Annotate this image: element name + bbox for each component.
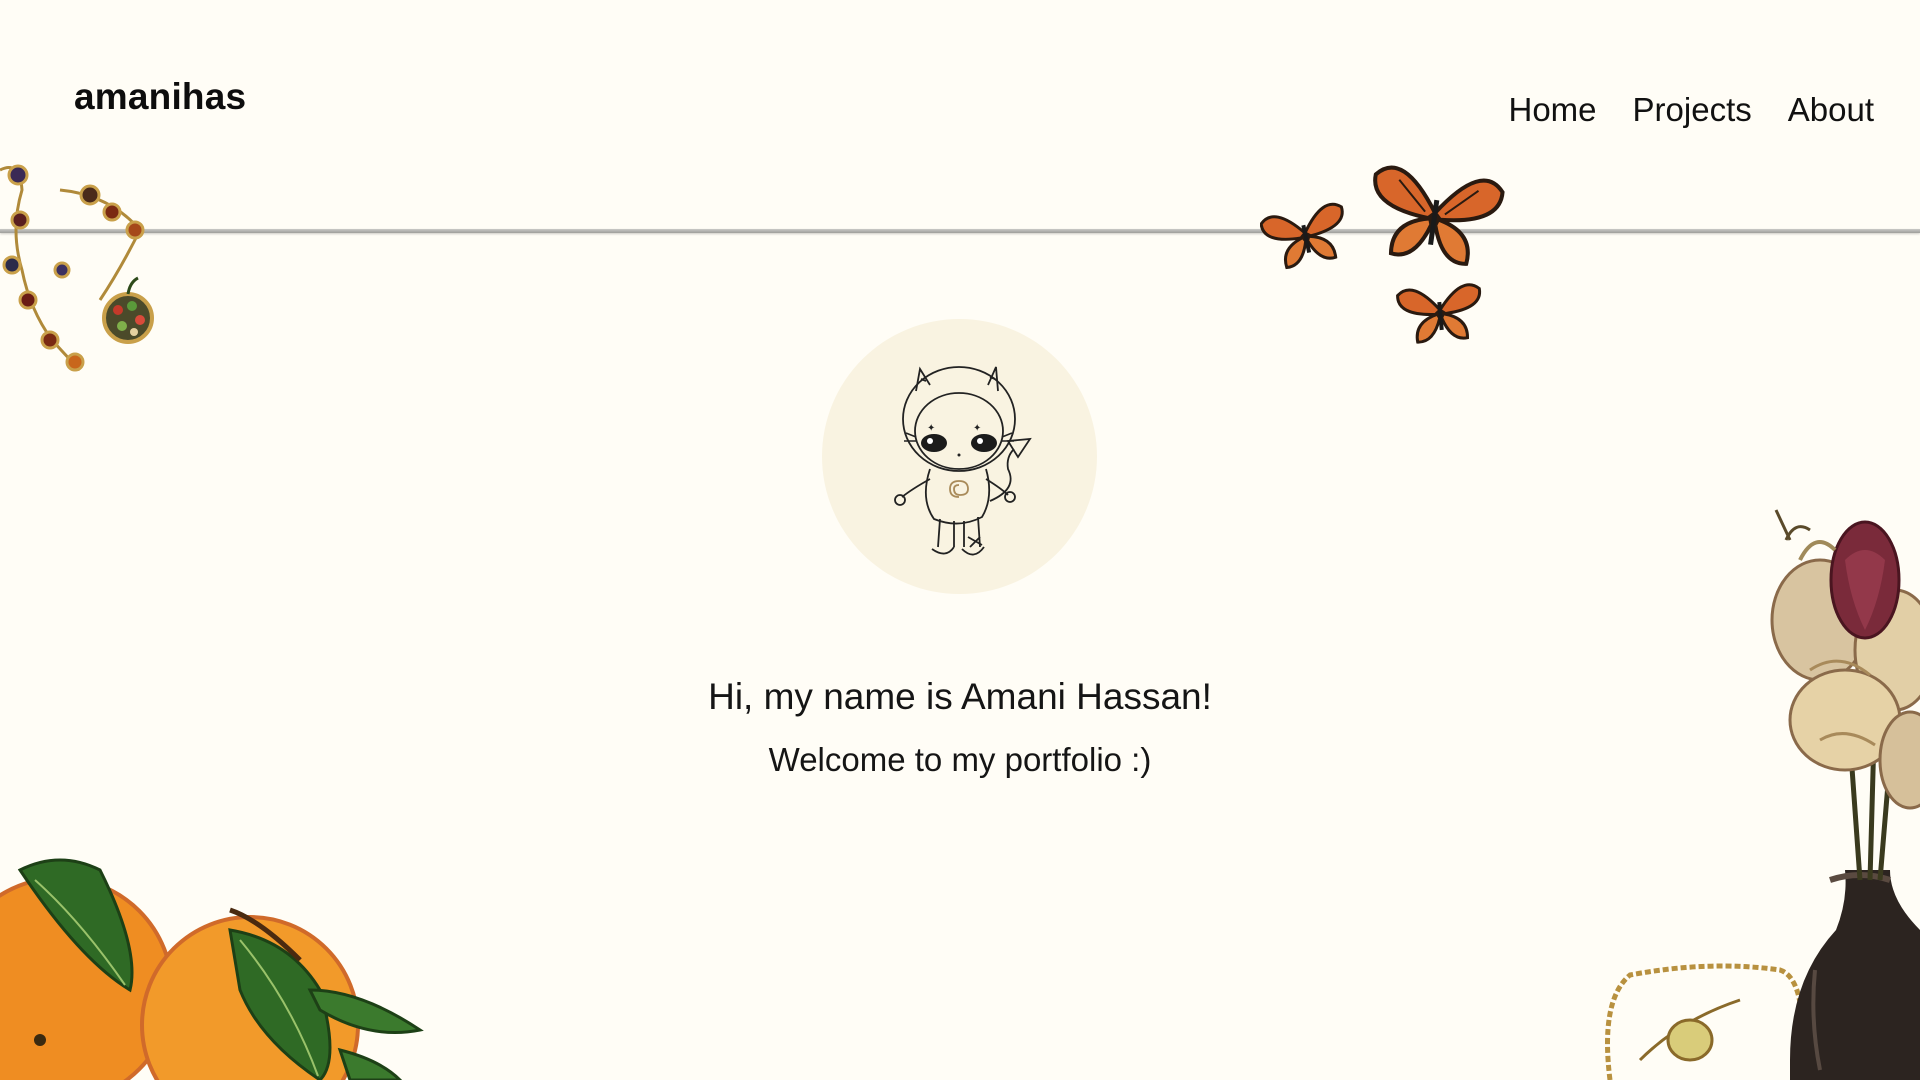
header-divider	[0, 229, 1920, 233]
nav-projects-link[interactable]: Projects	[1633, 91, 1752, 129]
svg-text:✦: ✦	[973, 423, 981, 434]
butterfly-icon	[1260, 202, 1344, 270]
site-logo[interactable]: amanihas	[74, 76, 246, 118]
portfolio-page: amanihas Home Projects About ✦ ✦ Hi, my …	[0, 0, 1920, 1080]
avatar-illustration: ✦ ✦	[894, 366, 1032, 556]
butterfly-icon	[1396, 283, 1482, 344]
dried-roses-icon	[1605, 509, 1920, 1080]
main-nav: Home Projects About	[1509, 91, 1875, 129]
nav-home-link[interactable]: Home	[1509, 91, 1597, 129]
nav-about-link[interactable]: About	[1788, 91, 1874, 129]
bead-necklace-icon	[0, 164, 154, 372]
butterfly-icon	[1373, 165, 1505, 266]
orange-fruit-icon	[0, 858, 424, 1080]
avatar: ✦ ✦	[822, 319, 1097, 594]
svg-text:✦: ✦	[927, 423, 935, 434]
